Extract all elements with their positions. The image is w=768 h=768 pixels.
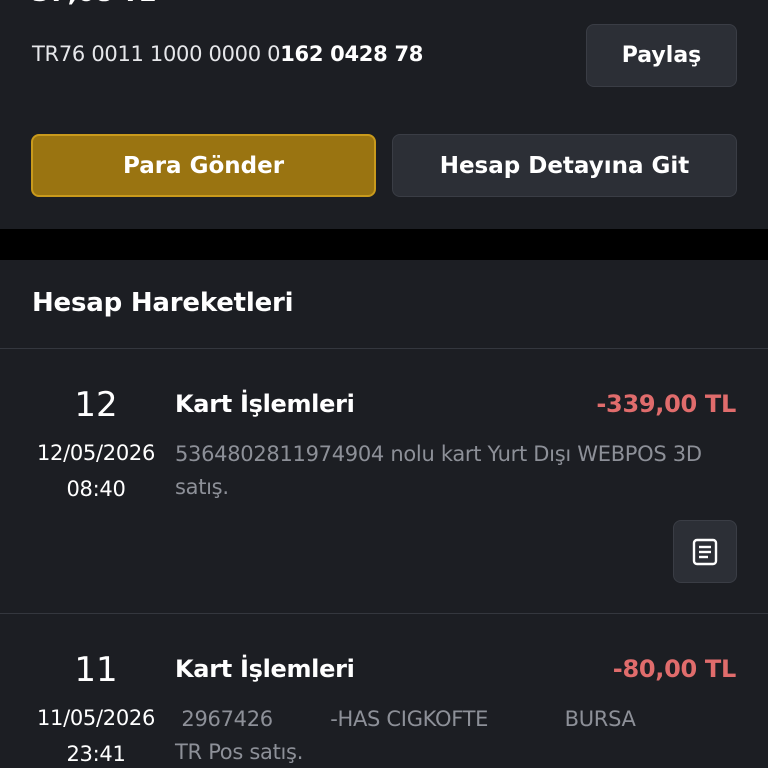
transaction-description: 5364802811974904 nolu kart Yurt Dışı WEB… bbox=[175, 442, 709, 499]
transaction-date: 12/05/2026 bbox=[36, 441, 156, 465]
transaction-day: 11 bbox=[74, 650, 118, 690]
transaction-row[interactable]: 11 11/05/2026 23:41 Kart İşlemleri -80,0… bbox=[0, 614, 768, 768]
iban-prefix: TR76 0011 1000 0000 0 bbox=[32, 42, 281, 66]
account-card: 37,08 TL TR76 0011 1000 0000 0162 0428 7… bbox=[0, 0, 768, 229]
transaction-category: Kart İşlemleri bbox=[175, 390, 355, 418]
account-balance: 37,08 TL bbox=[32, 0, 156, 8]
transactions-section: Hesap Hareketleri 12 12/05/2026 08:40 Ka… bbox=[0, 260, 768, 768]
send-money-button[interactable]: Para Gönder bbox=[31, 134, 376, 197]
transaction-category: Kart İşlemleri bbox=[175, 655, 355, 683]
transaction-time: 23:41 bbox=[66, 742, 126, 766]
iban-suffix: 162 0428 78 bbox=[280, 42, 424, 66]
transaction-day: 12 bbox=[74, 385, 118, 425]
transaction-row[interactable]: 12 12/05/2026 08:40 Kart İşlemleri -339,… bbox=[0, 349, 768, 613]
receipt-icon bbox=[692, 538, 718, 565]
account-screen: 37,08 TL TR76 0011 1000 0000 0162 0428 7… bbox=[0, 0, 768, 768]
iban-number: TR76 0011 1000 0000 0162 0428 78 bbox=[32, 42, 423, 66]
transaction-amount: -339,00 TL bbox=[596, 390, 736, 418]
account-detail-button[interactable]: Hesap Detayına Git bbox=[392, 134, 737, 197]
transaction-description: 2967426 -HAS CIGKOFTE BURSA TR Pos satış… bbox=[175, 707, 636, 764]
transaction-amount: -80,00 TL bbox=[612, 655, 737, 683]
section-divider bbox=[0, 229, 768, 260]
receipt-button[interactable] bbox=[673, 520, 737, 583]
section-title: Hesap Hareketleri bbox=[32, 288, 294, 318]
transaction-date: 11/05/2026 bbox=[36, 706, 156, 730]
share-button[interactable]: Paylaş bbox=[586, 24, 737, 87]
transaction-time: 08:40 bbox=[66, 477, 126, 501]
